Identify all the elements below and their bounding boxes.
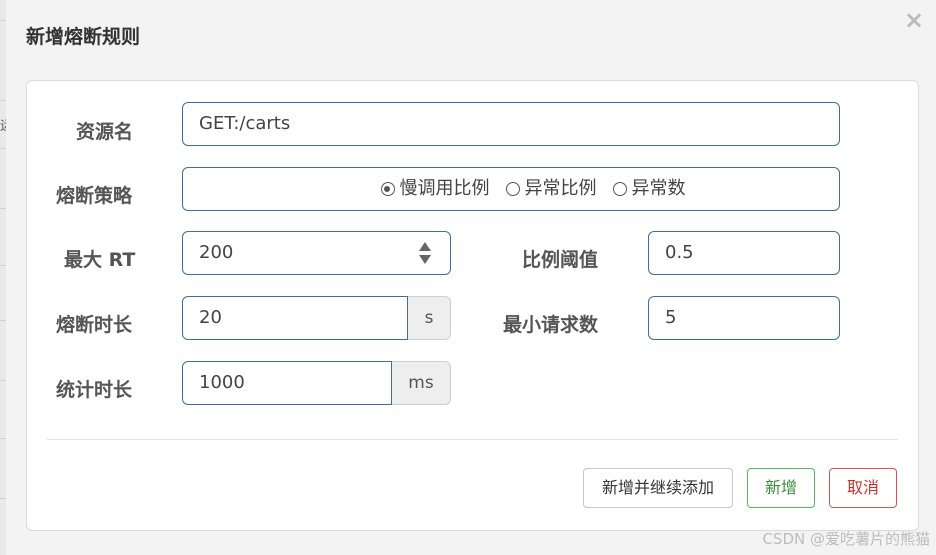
add-circuit-breaker-dialog: 新增熔断规则 × 资源名 GET:/carts 熔断策略 慢调用比例 异常比例 … [6,0,936,555]
strategy-label: 熔断策略 [56,185,133,207]
dialog-title: 新增熔断规则 [26,26,141,48]
add-and-continue-button[interactable]: 新增并继续添加 [583,468,733,508]
radio-slow-call-ratio[interactable]: 慢调用比例 [380,168,490,210]
strategy-radio-group: 慢调用比例 异常比例 异常数 [183,168,839,210]
radio-error-ratio[interactable]: 异常比例 [505,168,597,210]
radio-checked-icon [380,182,395,196]
radio-label: 异常数 [631,178,686,199]
footer-divider [47,439,898,440]
stat-duration-unit: ms [392,361,451,405]
resource-input[interactable]: GET:/carts [182,102,840,146]
stat-duration-label: 统计时长 [56,379,133,401]
min-requests-label: 最小请求数 [503,314,599,336]
strategy-radio-box: 慢调用比例 异常比例 异常数 [182,167,840,211]
ratio-threshold-input[interactable]: 0.5 [648,231,840,275]
break-duration-input[interactable]: 20 [182,296,408,340]
cancel-button[interactable]: 取消 [829,468,897,508]
radio-error-count[interactable]: 异常数 [612,168,686,210]
stat-duration-input[interactable]: 1000 [182,361,392,405]
resource-label: 资源名 [76,121,134,143]
radio-unchecked-icon [505,182,520,196]
max-rt-value: 200 [199,242,234,263]
break-duration-label: 熔断时长 [56,314,133,336]
watermark: CSDN @爱吃薯片的熊猫 [762,530,930,548]
max-rt-input[interactable]: 200 [182,231,451,275]
radio-label: 慢调用比例 [399,178,490,199]
form-panel: 资源名 GET:/carts 熔断策略 慢调用比例 异常比例 异常数 最大 RT… [26,80,919,531]
number-spinner-icon[interactable] [418,241,432,265]
ratio-threshold-label: 比例阈值 [522,249,599,271]
radio-label: 异常比例 [524,178,597,199]
radio-unchecked-icon [612,182,627,196]
close-icon[interactable]: × [904,6,924,34]
min-requests-input[interactable]: 5 [648,296,840,340]
max-rt-label: 最大 RT [64,249,136,271]
add-button[interactable]: 新增 [747,468,815,508]
break-duration-unit: s [408,296,451,340]
